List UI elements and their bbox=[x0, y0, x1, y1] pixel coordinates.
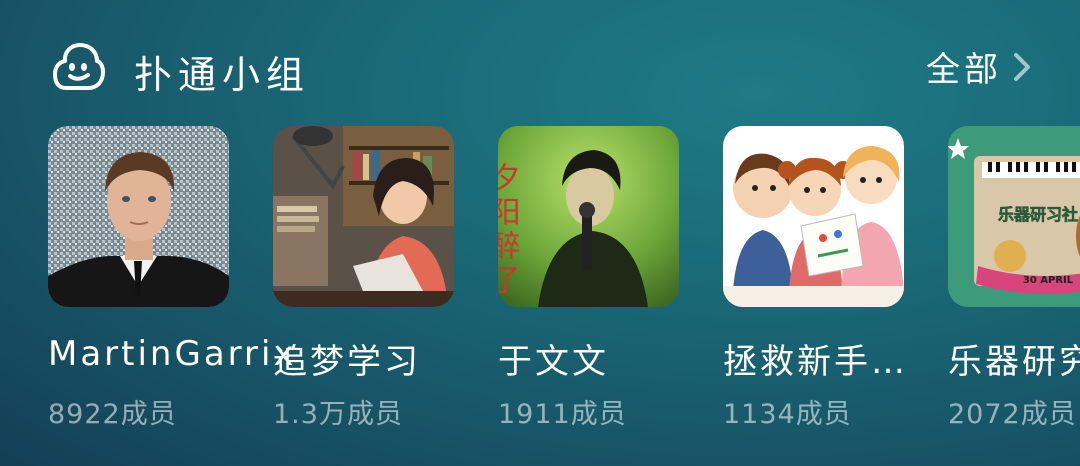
group-cover-image bbox=[723, 126, 904, 307]
group-card[interactable]: 追梦学习 1.3万成员 bbox=[273, 126, 454, 446]
group-name: 拯救新手… bbox=[723, 342, 908, 382]
group-card[interactable]: 拯救新手… 1134成员 bbox=[723, 126, 905, 446]
group-card[interactable]: 夕阳醉了 于文文 1911成员 bbox=[498, 126, 679, 446]
section-title: 扑通小组 bbox=[134, 53, 311, 97]
chevron-right-icon bbox=[1014, 52, 1030, 81]
cover-badge-text: 30 APRIL bbox=[1023, 275, 1074, 286]
section-header: 扑通小组 全部 bbox=[0, 0, 1080, 120]
view-all-label: 全部 bbox=[926, 50, 1002, 90]
group-member-count: 2072成员 bbox=[948, 399, 1077, 430]
group-member-count: 1.3万成员 bbox=[273, 399, 403, 430]
group-cover-image bbox=[273, 126, 454, 307]
group-cover-image: 夕阳醉了 bbox=[498, 126, 679, 307]
cloud-face-icon bbox=[53, 43, 105, 90]
group-name: 乐器研究 bbox=[948, 342, 1080, 382]
group-member-count: 1911成员 bbox=[498, 399, 627, 430]
group-cover-image bbox=[48, 126, 229, 307]
group-cover-image: 乐器研习社 30 APRIL bbox=[948, 126, 1080, 307]
group-name: MartinGarrix bbox=[48, 334, 297, 374]
group-card[interactable]: MartinGarrix 8922成员 bbox=[48, 126, 294, 446]
group-list: MartinGarrix 8922成员 追梦学习 1.3万成员 夕阳醉了 于文文… bbox=[48, 126, 1080, 456]
group-member-count: 1134成员 bbox=[723, 399, 852, 430]
group-card[interactable]: 乐器研习社 30 APRIL 乐器研究 2072成员 bbox=[948, 126, 1080, 446]
cover-text: 夕阳醉了 bbox=[498, 162, 520, 298]
group-name: 追梦学习 bbox=[273, 342, 421, 382]
group-member-count: 8922成员 bbox=[48, 399, 177, 430]
group-name: 于文文 bbox=[498, 342, 609, 382]
view-all-button[interactable]: 全部 bbox=[926, 42, 1032, 91]
cover-text: 乐器研习社 bbox=[998, 205, 1078, 224]
